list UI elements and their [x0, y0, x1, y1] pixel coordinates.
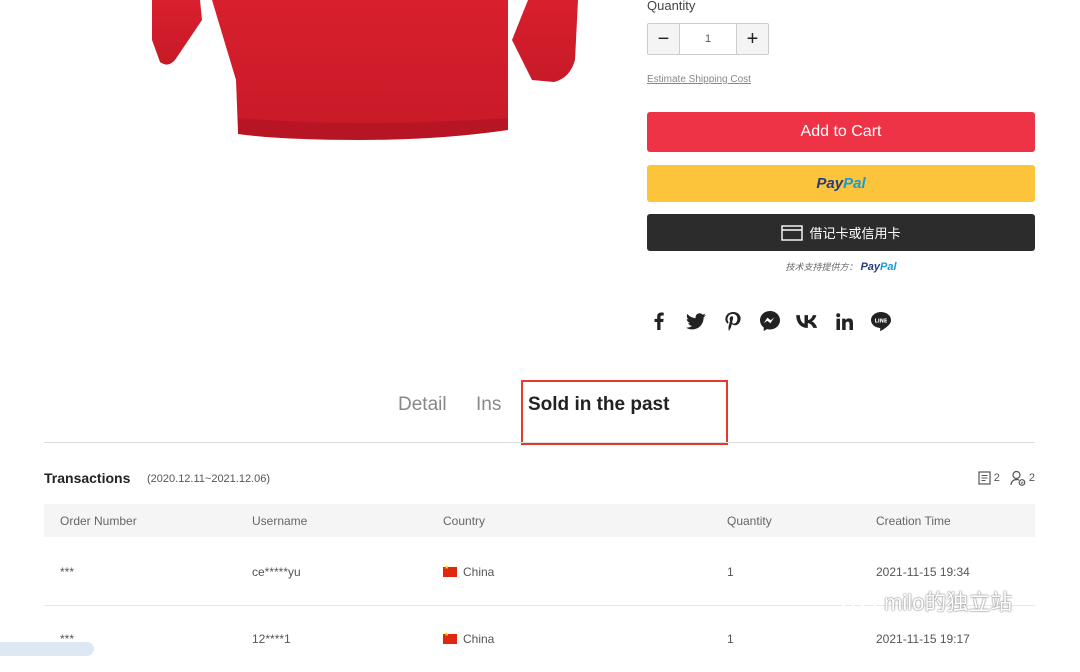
tabs-divider	[44, 442, 1035, 443]
transactions-date-range: (2020.12.11~2021.12.06)	[147, 473, 271, 485]
decrease-quantity-button[interactable]: −	[648, 24, 680, 54]
share-bar: LINE	[647, 308, 893, 334]
china-flag-icon	[443, 631, 457, 644]
card-icon	[781, 224, 804, 241]
card-button-label: 借记卡或信用卡	[809, 226, 901, 241]
quantity: 1	[727, 565, 734, 579]
increase-quantity-button[interactable]: +	[736, 24, 768, 54]
tab-ins[interactable]: Ins	[476, 394, 501, 416]
column-creation-time: Creation Time	[876, 513, 951, 528]
order-number: ***	[60, 565, 75, 579]
highlight-box	[521, 380, 728, 445]
paypal-logo-small: PayPal	[860, 261, 897, 273]
transactions-stats: 2 2	[978, 470, 1035, 486]
china-flag-icon	[443, 564, 457, 577]
quantity-input[interactable]: 1	[680, 24, 736, 54]
column-quantity: Quantity	[727, 513, 772, 528]
add-to-cart-button[interactable]: Add to Cart	[647, 112, 1035, 152]
quantity-label: Quantity	[647, 0, 696, 13]
line-icon[interactable]: LINE	[869, 309, 893, 333]
column-username: Username	[252, 513, 308, 528]
paypal-logo: PayPal	[816, 175, 866, 192]
tab-detail[interactable]: Detail	[398, 394, 447, 416]
country: China	[443, 564, 494, 579]
svg-text:LINE: LINE	[875, 318, 888, 324]
vk-icon[interactable]	[795, 309, 819, 333]
twitter-icon[interactable]	[684, 309, 708, 333]
buyers-stat: 2	[1010, 470, 1035, 486]
column-country: Country	[443, 513, 486, 528]
powered-by: 技术支持提供方： PayPal	[785, 261, 897, 273]
orders-icon	[978, 471, 991, 485]
username: 12****1	[252, 632, 291, 646]
column-order-number: Order Number	[60, 513, 137, 528]
buyers-icon	[1010, 470, 1026, 486]
estimate-shipping-link[interactable]: Estimate Shipping Cost	[647, 74, 751, 85]
orders-stat: 2	[978, 471, 1000, 485]
paypal-button[interactable]: PayPal	[647, 165, 1035, 202]
messenger-icon[interactable]	[758, 309, 782, 333]
table-header: Order Number Username Country Quantity C…	[44, 504, 1035, 537]
product-image	[152, 0, 578, 140]
username: ce*****yu	[252, 565, 301, 579]
creation-time: 2021-11-15 19:34	[876, 565, 970, 579]
linkedin-icon[interactable]	[832, 309, 856, 333]
creation-time: 2021-11-15 19:17	[876, 632, 970, 646]
corner-element	[0, 642, 94, 656]
quantity: 1	[727, 632, 734, 646]
transactions-title: Transactions	[44, 470, 131, 486]
watermark: milo的独立站	[838, 585, 1012, 617]
country: China	[443, 631, 494, 646]
debit-credit-card-button[interactable]: 借记卡或信用卡	[647, 214, 1035, 251]
quantity-stepper[interactable]: − 1 +	[647, 23, 769, 55]
pinterest-icon[interactable]	[721, 309, 745, 333]
facebook-icon[interactable]	[647, 309, 671, 333]
wechat-icon	[839, 588, 876, 614]
